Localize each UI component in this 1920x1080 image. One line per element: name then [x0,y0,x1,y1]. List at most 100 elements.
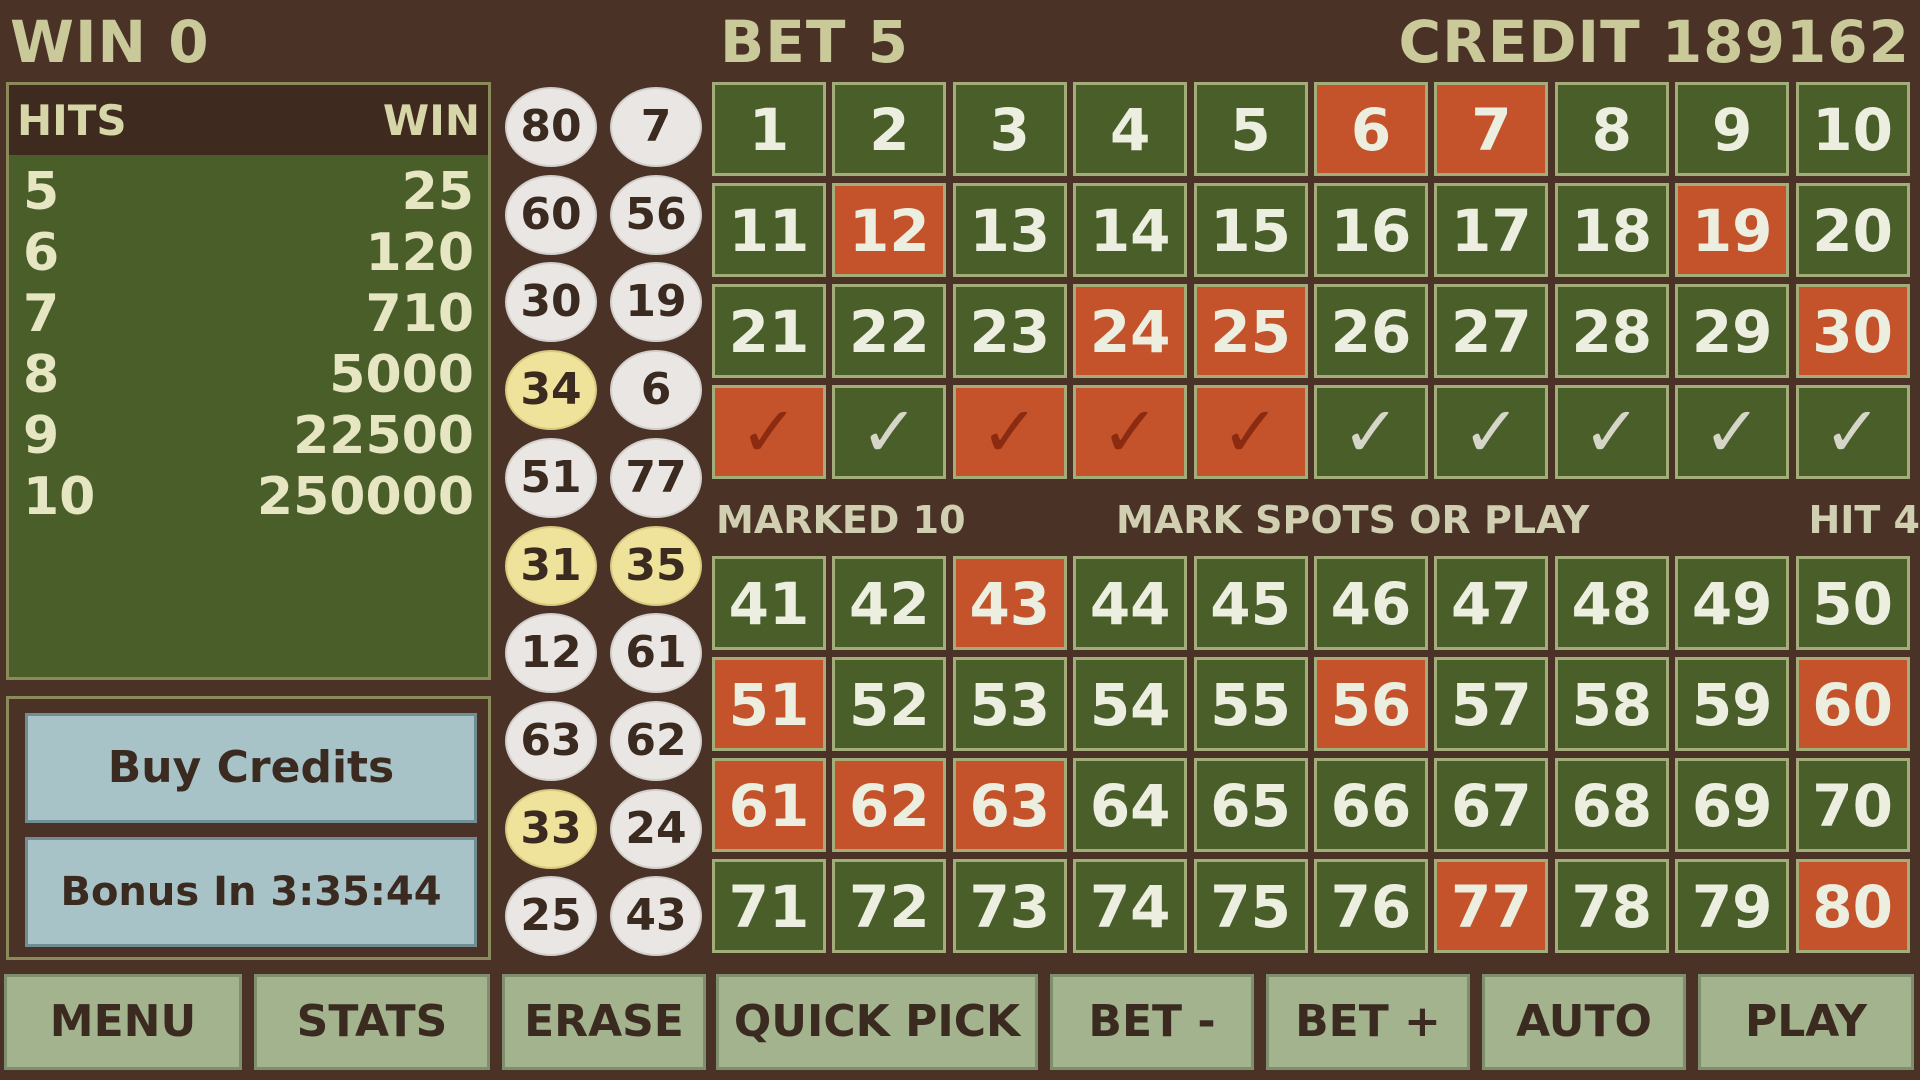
keno-spot-16[interactable]: 16 [1314,183,1428,277]
keno-spot-46[interactable]: 46 [1314,556,1428,650]
check-icon: ✓ [1100,391,1160,473]
keno-spot-21[interactable]: 21 [712,284,826,378]
erase-button[interactable]: ERASE [502,974,706,1070]
keno-spot-63[interactable]: 63 [952,758,1067,852]
check-spot[interactable]: ✓ [952,385,1067,479]
check-spot[interactable]: ✓ [1795,385,1910,479]
bet-minus-button[interactable]: BET - [1050,974,1254,1070]
keno-spot-4[interactable]: 4 [1073,82,1188,176]
check-spot[interactable]: ✓ [1434,385,1549,479]
win-column-label: WIN [382,95,480,145]
bonus-timer-button[interactable]: Bonus In 3:35:44 [25,837,477,947]
keno-spot-73[interactable]: 73 [952,859,1067,953]
keno-spot-78[interactable]: 78 [1554,859,1669,953]
keno-spot-65[interactable]: 65 [1193,758,1308,852]
keno-spot-14[interactable]: 14 [1073,183,1188,277]
keno-spot-58[interactable]: 58 [1554,657,1669,751]
check-icon: ✓ [980,391,1040,473]
keno-spot-80[interactable]: 80 [1795,859,1910,953]
keno-spot-62[interactable]: 62 [832,758,947,852]
keno-spot-68[interactable]: 68 [1554,758,1669,852]
check-spot[interactable]: ✓ [832,385,947,479]
check-spot[interactable]: ✓ [1554,385,1669,479]
keno-spot-3[interactable]: 3 [952,82,1067,176]
keno-spot-47[interactable]: 47 [1434,556,1549,650]
check-icon: ✓ [1341,391,1401,473]
keno-spot-1[interactable]: 1 [712,82,826,176]
stats-button[interactable]: STATS [254,974,490,1070]
keno-spot-6[interactable]: 6 [1314,82,1428,176]
keno-spot-61[interactable]: 61 [712,758,826,852]
keno-spot-50[interactable]: 50 [1795,556,1910,650]
keno-spot-5[interactable]: 5 [1193,82,1308,176]
keno-spot-42[interactable]: 42 [832,556,947,650]
keno-spot-66[interactable]: 66 [1314,758,1428,852]
keno-spot-70[interactable]: 70 [1795,758,1910,852]
keno-spot-13[interactable]: 13 [952,183,1067,277]
keno-spot-44[interactable]: 44 [1073,556,1188,650]
check-spot[interactable]: ✓ [712,385,826,479]
keno-spot-60[interactable]: 60 [1795,657,1910,751]
keno-spot-41[interactable]: 41 [712,556,826,650]
keno-spot-79[interactable]: 79 [1675,859,1790,953]
paytable-row: 6 120 [9,222,488,283]
check-spot[interactable]: ✓ [1193,385,1308,479]
keno-spot-12[interactable]: 12 [832,183,947,277]
keno-spot-77[interactable]: 77 [1434,859,1549,953]
keno-spot-18[interactable]: 18 [1554,183,1669,277]
auto-button[interactable]: AUTO [1482,974,1686,1070]
keno-spot-22[interactable]: 22 [832,284,947,378]
keno-spot-49[interactable]: 49 [1675,556,1790,650]
paytable-hits: 5 [23,161,60,222]
keno-spot-48[interactable]: 48 [1554,556,1669,650]
keno-spot-55[interactable]: 55 [1193,657,1308,751]
keno-spot-15[interactable]: 15 [1193,183,1308,277]
keno-spot-74[interactable]: 74 [1073,859,1188,953]
keno-spot-28[interactable]: 28 [1554,284,1669,378]
keno-spot-26[interactable]: 26 [1314,284,1428,378]
paytable-row: 5 25 [9,161,488,222]
keno-spot-72[interactable]: 72 [832,859,947,953]
keno-spot-9[interactable]: 9 [1675,82,1790,176]
keno-spot-71[interactable]: 71 [712,859,826,953]
keno-spot-29[interactable]: 29 [1675,284,1790,378]
keno-spot-53[interactable]: 53 [952,657,1067,751]
check-spot[interactable]: ✓ [1314,385,1428,479]
keno-spot-30[interactable]: 30 [1795,284,1910,378]
quick-pick-button[interactable]: QUICK PICK [716,974,1038,1070]
keno-spot-75[interactable]: 75 [1193,859,1308,953]
keno-spot-24[interactable]: 24 [1073,284,1188,378]
keno-spot-17[interactable]: 17 [1434,183,1549,277]
check-spot[interactable]: ✓ [1675,385,1790,479]
play-button[interactable]: PLAY [1698,974,1914,1070]
keno-spot-25[interactable]: 25 [1193,284,1308,378]
keno-spot-10[interactable]: 10 [1795,82,1910,176]
menu-button[interactable]: MENU [4,974,242,1070]
keno-spot-59[interactable]: 59 [1675,657,1790,751]
check-icon: ✓ [1823,391,1882,473]
win-display: WIN 0 [10,8,210,76]
check-spot[interactable]: ✓ [1073,385,1188,479]
keno-spot-27[interactable]: 27 [1434,284,1549,378]
keno-spot-19[interactable]: 19 [1675,183,1790,277]
keno-spot-54[interactable]: 54 [1073,657,1188,751]
keno-spot-11[interactable]: 11 [712,183,826,277]
keno-spot-8[interactable]: 8 [1554,82,1669,176]
keno-spot-57[interactable]: 57 [1434,657,1549,751]
buy-credits-button[interactable]: Buy Credits [25,713,477,823]
bet-plus-button[interactable]: BET + [1266,974,1470,1070]
keno-spot-69[interactable]: 69 [1675,758,1790,852]
keno-spot-52[interactable]: 52 [832,657,947,751]
keno-spot-2[interactable]: 2 [832,82,947,176]
keno-spot-56[interactable]: 56 [1314,657,1428,751]
paytable-win: 22500 [293,405,474,466]
keno-spot-20[interactable]: 20 [1795,183,1910,277]
keno-spot-67[interactable]: 67 [1434,758,1549,852]
keno-spot-76[interactable]: 76 [1314,859,1428,953]
keno-spot-51[interactable]: 51 [712,657,826,751]
keno-spot-64[interactable]: 64 [1073,758,1188,852]
keno-spot-7[interactable]: 7 [1434,82,1549,176]
keno-spot-23[interactable]: 23 [952,284,1067,378]
keno-spot-43[interactable]: 43 [952,556,1067,650]
keno-spot-45[interactable]: 45 [1193,556,1308,650]
